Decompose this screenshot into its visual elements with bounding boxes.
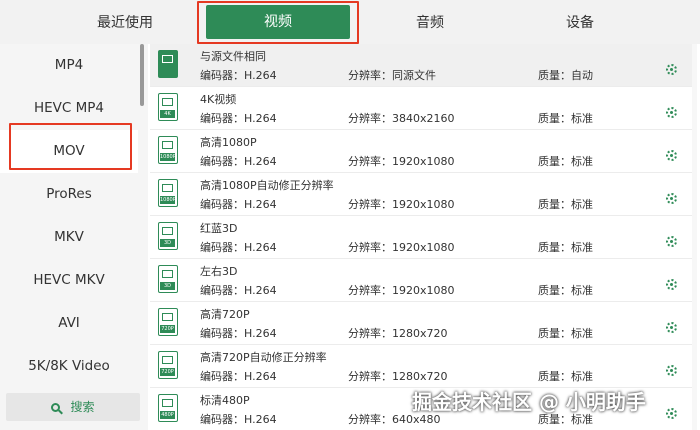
format-tab-bar: 最近使用 视频 音频 设备	[0, 0, 700, 44]
gear-icon[interactable]	[666, 365, 677, 376]
gear-icon[interactable]	[666, 279, 677, 290]
preset-resolution: 分辨率：1920x1080	[348, 241, 455, 254]
preset-resolution: 分辨率：1280x720	[348, 370, 448, 383]
preset-name: 4K视频	[200, 93, 237, 106]
preset-name: 高清1080P自动修正分辨率	[200, 179, 334, 192]
preset-row[interactable]: 720P 高清720P自动修正分辨率 编码器：H.264 分辨率：1280x72…	[150, 345, 695, 388]
cube-3d-icon: 3D	[158, 222, 178, 250]
video-720p-icon: 720P	[158, 351, 178, 379]
gear-icon[interactable]	[666, 322, 677, 333]
preset-encoder: 编码器：H.264	[200, 198, 277, 211]
preset-name: 左右3D	[200, 265, 238, 278]
preset-encoder: 编码器：H.264	[200, 112, 277, 125]
preset-resolution: 分辨率：1920x1080	[348, 284, 455, 297]
preset-quality: 质量：标准	[538, 112, 593, 125]
preset-row[interactable]: 3D 红蓝3D 编码器：H.264 分辨率：1920x1080 质量：标准	[150, 216, 695, 259]
preset-name: 红蓝3D	[200, 222, 238, 235]
sidebar-item-avi[interactable]: AVI	[0, 302, 138, 345]
preset-quality: 质量：标准	[538, 284, 593, 297]
preset-quality: 质量：标准	[538, 370, 593, 383]
preset-resolution: 分辨率：3840x2160	[348, 112, 455, 125]
search-button[interactable]: 搜索	[6, 393, 140, 421]
watermark: 掘金技术社区 @ 小明助手	[412, 390, 646, 414]
sidebar-item-5k-8k-video[interactable]: 5K/8K Video	[0, 345, 138, 388]
preset-encoder: 编码器：H.264	[200, 327, 277, 340]
preset-row[interactable]: 4K 4K视频 编码器：H.264 分辨率：3840x2160 质量：标准	[150, 87, 695, 130]
preset-encoder: 编码器：H.264	[200, 69, 277, 82]
copy-file-icon	[158, 50, 178, 78]
sidebar-item-hevc-mkv[interactable]: HEVC MKV	[0, 259, 138, 302]
video-1080p-icon: 1080P	[158, 179, 178, 207]
gear-icon[interactable]	[666, 64, 677, 75]
preset-row[interactable]: 3D 左右3D 编码器：H.264 分辨率：1920x1080 质量：标准	[150, 259, 695, 302]
sidebar-item-mp4[interactable]: MP4	[0, 44, 138, 87]
preset-quality: 质量：标准	[538, 198, 593, 211]
preset-resolution: 分辨率：同源文件	[348, 69, 436, 82]
search-icon	[51, 403, 61, 412]
format-sidebar: MP4 HEVC MP4 MOV ProRes MKV HEVC MKV AVI…	[0, 44, 148, 430]
preset-encoder: 编码器：H.264	[200, 241, 277, 254]
preset-name: 高清720P自动修正分辨率	[200, 351, 327, 364]
preset-encoder: 编码器：H.264	[200, 413, 277, 426]
tab-video[interactable]: 视频	[206, 5, 350, 39]
preset-list: 与源文件相同 编码器：H.264 分辨率：同源文件 质量：自动 4K 4K视频 …	[150, 44, 700, 430]
preset-row[interactable]: 1080P 高清1080P 编码器：H.264 分辨率：1920x1080 质量…	[150, 130, 695, 173]
preset-list-scrollbar[interactable]	[692, 44, 697, 430]
tab-audio[interactable]: 音频	[360, 0, 500, 44]
tab-device[interactable]: 设备	[510, 0, 650, 44]
preset-name: 与源文件相同	[200, 50, 266, 63]
video-4k-icon: 4K	[158, 93, 178, 121]
preset-name: 标清480P	[200, 394, 250, 407]
video-720p-icon: 720P	[158, 308, 178, 336]
sidebar-scrollbar[interactable]	[140, 44, 144, 106]
gear-icon[interactable]	[666, 408, 677, 419]
preset-resolution: 分辨率：1920x1080	[348, 198, 455, 211]
preset-quality: 质量：标准	[538, 241, 593, 254]
sidebar-item-mov[interactable]: MOV	[0, 130, 138, 173]
preset-resolution: 分辨率：1280x720	[348, 327, 448, 340]
sidebar-item-hevc-mp4[interactable]: HEVC MP4	[0, 87, 138, 130]
search-label: 搜索	[70, 400, 95, 414]
preset-quality: 质量：标准	[538, 155, 593, 168]
preset-encoder: 编码器：H.264	[200, 284, 277, 297]
preset-encoder: 编码器：H.264	[200, 370, 277, 383]
preset-resolution: 分辨率：1920x1080	[348, 155, 455, 168]
gear-icon[interactable]	[666, 107, 677, 118]
preset-name: 高清720P	[200, 308, 250, 321]
cube-3d-icon: 3D	[158, 265, 178, 293]
preset-name: 高清1080P	[200, 136, 257, 149]
sidebar-item-mkv[interactable]: MKV	[0, 216, 138, 259]
tab-recent[interactable]: 最近使用	[55, 0, 195, 44]
video-480p-icon: 480P	[158, 394, 178, 422]
gear-icon[interactable]	[666, 193, 677, 204]
preset-row[interactable]: 与源文件相同 编码器：H.264 分辨率：同源文件 质量：自动	[150, 44, 695, 87]
preset-row[interactable]: 720P 高清720P 编码器：H.264 分辨率：1280x720 质量：标准	[150, 302, 695, 345]
preset-encoder: 编码器：H.264	[200, 155, 277, 168]
sidebar-item-prores[interactable]: ProRes	[0, 173, 138, 216]
video-1080p-icon: 1080P	[158, 136, 178, 164]
preset-row[interactable]: 1080P 高清1080P自动修正分辨率 编码器：H.264 分辨率：1920x…	[150, 173, 695, 216]
preset-quality: 质量：自动	[538, 69, 593, 82]
gear-icon[interactable]	[666, 150, 677, 161]
preset-quality: 质量：标准	[538, 327, 593, 340]
gear-icon[interactable]	[666, 236, 677, 247]
